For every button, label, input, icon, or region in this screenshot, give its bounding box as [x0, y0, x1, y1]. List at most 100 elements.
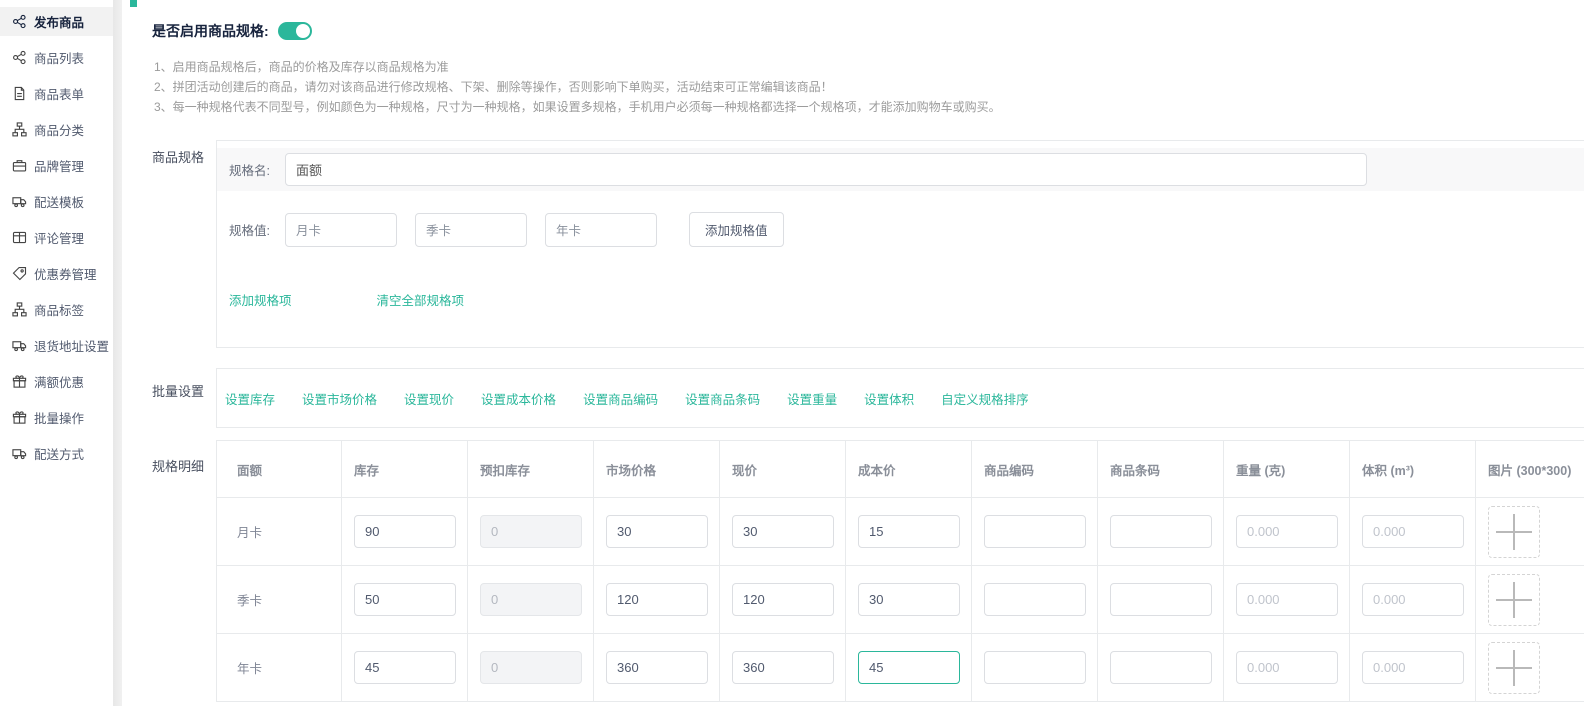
- current-price-input[interactable]: [732, 651, 834, 684]
- spec-name-input[interactable]: [285, 153, 1367, 186]
- sidebar-item-label: 商品分类: [34, 120, 84, 139]
- spec-name-label: 规格名:: [229, 160, 285, 179]
- weight-input[interactable]: [1236, 515, 1338, 548]
- col-header-product-code: 商品编码: [972, 441, 1098, 497]
- current-price-input[interactable]: [732, 583, 834, 616]
- sidebar-item-full-discount[interactable]: 满额优惠: [0, 367, 113, 396]
- batch-section-label: 批量设置: [152, 381, 204, 400]
- spec-links-row: 添加规格项 清空全部规格项: [229, 290, 464, 309]
- table-row: 季卡: [217, 566, 1584, 634]
- cost-price-input[interactable]: [858, 515, 960, 548]
- file-icon: [12, 86, 27, 101]
- set-volume-link[interactable]: 设置体积: [864, 389, 914, 408]
- gift-icon: [12, 374, 27, 389]
- image-upload-button[interactable]: [1488, 506, 1540, 558]
- sidebar-item-delivery-method[interactable]: 配送方式: [0, 439, 113, 468]
- tip-line: 2、拼团活动创建后的商品，请勿对该商品进行修改规格、下架、删除等操作，否则影响下…: [154, 77, 1001, 97]
- col-header-barcode: 商品条码: [1098, 441, 1224, 497]
- market-price-input[interactable]: [606, 651, 708, 684]
- spec-value-input-3[interactable]: [545, 213, 657, 247]
- sidebar-item-product-category[interactable]: 商品分类: [0, 115, 113, 144]
- stock-input[interactable]: [354, 651, 456, 684]
- share-nodes-icon: [12, 50, 27, 65]
- barcode-input[interactable]: [1110, 583, 1212, 616]
- row-spec-name: 年卡: [217, 634, 342, 701]
- table-row: 年卡: [217, 634, 1584, 702]
- weight-input[interactable]: [1236, 651, 1338, 684]
- weight-input[interactable]: [1236, 583, 1338, 616]
- product-code-input[interactable]: [984, 515, 1086, 548]
- spec-toggle-row: 是否启用商品规格:: [152, 21, 312, 41]
- sidebar-item-product-tags[interactable]: 商品标签: [0, 295, 113, 324]
- sidebar-item-delivery-template[interactable]: 配送模板: [0, 187, 113, 216]
- table-row: 月卡: [217, 498, 1584, 566]
- add-spec-item-link[interactable]: 添加规格项: [229, 290, 292, 309]
- sidebar-item-publish-product[interactable]: 发布商品: [0, 7, 113, 36]
- briefcase-icon: [12, 158, 27, 173]
- volume-input[interactable]: [1362, 583, 1464, 616]
- product-code-input[interactable]: [984, 651, 1086, 684]
- sidebar-item-product-form[interactable]: 商品表单: [0, 79, 113, 108]
- col-header-spec: 面额: [217, 441, 342, 497]
- product-code-input[interactable]: [984, 583, 1086, 616]
- set-stock-link[interactable]: 设置库存: [225, 389, 275, 408]
- sidebar-item-review-management[interactable]: 评论管理: [0, 223, 113, 252]
- image-upload-button[interactable]: [1488, 642, 1540, 694]
- sitemap-icon: [12, 122, 27, 137]
- cost-price-input[interactable]: [858, 583, 960, 616]
- current-price-input[interactable]: [732, 515, 834, 548]
- custom-spec-sort-link[interactable]: 自定义规格排序: [941, 389, 1029, 408]
- set-cost-price-link[interactable]: 设置成本价格: [481, 389, 556, 408]
- barcode-input[interactable]: [1110, 515, 1212, 548]
- set-market-price-link[interactable]: 设置市场价格: [302, 389, 377, 408]
- set-barcode-link[interactable]: 设置商品条码: [685, 389, 760, 408]
- market-price-input[interactable]: [606, 583, 708, 616]
- sidebar-item-return-address[interactable]: 退货地址设置: [0, 331, 113, 360]
- tip-line: 1、启用商品规格后，商品的价格及库存以商品规格为准: [154, 57, 1001, 77]
- reserved-stock-input: [480, 515, 582, 548]
- image-upload-button[interactable]: [1488, 574, 1540, 626]
- row-spec-name: 季卡: [217, 566, 342, 633]
- spec-value-row: 规格值: 添加规格值: [217, 212, 784, 247]
- volume-input[interactable]: [1362, 651, 1464, 684]
- spec-name-row: 规格名:: [217, 148, 1584, 191]
- batch-box: 设置库存 设置市场价格 设置现价 设置成本价格 设置商品编码 设置商品条码 设置…: [216, 368, 1584, 428]
- market-price-input[interactable]: [606, 515, 708, 548]
- barcode-input[interactable]: [1110, 651, 1212, 684]
- detail-section-label: 规格明细: [152, 456, 204, 475]
- sidebar: 发布商品 商品列表 商品表单 商品分类 品牌管理 配送模板 评论管理 优惠券管: [0, 0, 113, 706]
- sidebar-item-brand-management[interactable]: 品牌管理: [0, 151, 113, 180]
- set-current-price-link[interactable]: 设置现价: [404, 389, 454, 408]
- sidebar-scrollbar[interactable]: [113, 0, 122, 706]
- row-spec-name: 月卡: [217, 498, 342, 565]
- stock-input[interactable]: [354, 515, 456, 548]
- sidebar-item-label: 品牌管理: [34, 156, 84, 175]
- spec-value-input-2[interactable]: [415, 213, 527, 247]
- col-header-market-price: 市场价格: [594, 441, 720, 497]
- sidebar-item-product-list[interactable]: 商品列表: [0, 43, 113, 72]
- set-weight-link[interactable]: 设置重量: [787, 389, 837, 408]
- cost-price-input-focused[interactable]: [858, 651, 960, 684]
- section-marker: [130, 0, 137, 7]
- table-header-row: 面额 库存 预扣库存 市场价格 现价 成本价 商品编码 商品条码 重量 (克) …: [217, 441, 1584, 498]
- sidebar-item-label: 配送模板: [34, 192, 84, 211]
- add-spec-value-button[interactable]: 添加规格值: [689, 212, 784, 247]
- set-product-code-link[interactable]: 设置商品编码: [583, 389, 658, 408]
- sidebar-item-label: 退货地址设置: [34, 336, 109, 355]
- volume-input[interactable]: [1362, 515, 1464, 548]
- sidebar-item-batch-operations[interactable]: 批量操作: [0, 403, 113, 432]
- reserved-stock-input: [480, 651, 582, 684]
- sitemap-icon: [12, 302, 27, 317]
- spec-toggle-label: 是否启用商品规格:: [152, 21, 269, 41]
- reserved-stock-input: [480, 583, 582, 616]
- spec-value-input-1[interactable]: [285, 213, 397, 247]
- stock-input[interactable]: [354, 583, 456, 616]
- col-header-reserved-stock: 预扣库存: [468, 441, 594, 497]
- sidebar-item-label: 商品标签: [34, 300, 84, 319]
- sidebar-item-coupon-management[interactable]: 优惠券管理: [0, 259, 113, 288]
- spec-enable-toggle[interactable]: [278, 22, 312, 40]
- col-header-volume: 体积 (m³): [1350, 441, 1476, 497]
- clear-all-spec-link[interactable]: 清空全部规格项: [377, 290, 465, 309]
- tag-icon: [12, 266, 27, 281]
- product-spec-page: 发布商品 商品列表 商品表单 商品分类 品牌管理 配送模板 评论管理 优惠券管: [0, 0, 1584, 706]
